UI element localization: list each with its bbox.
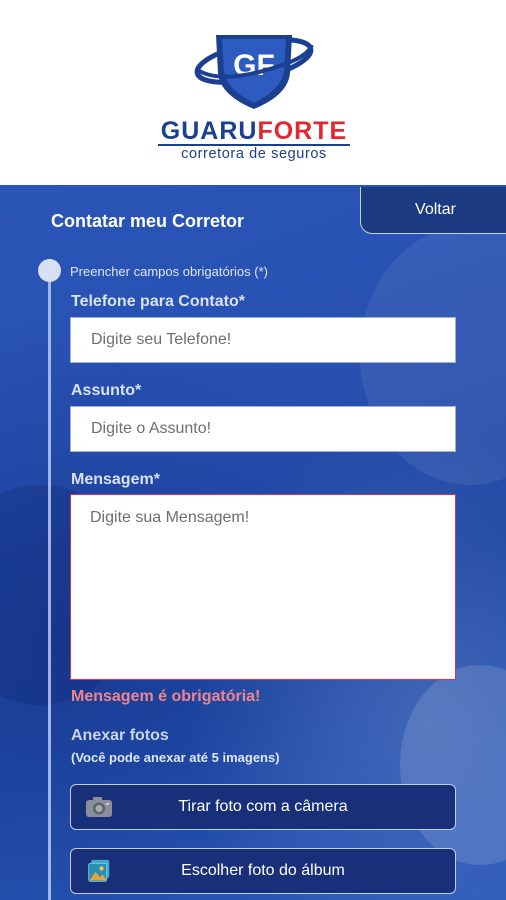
message-textarea[interactable] bbox=[70, 494, 456, 680]
page-title: Contatar meu Corretor bbox=[51, 211, 245, 231]
brand-name: GUARUFORTE bbox=[160, 117, 348, 145]
subject-label: Assunto* bbox=[71, 382, 142, 399]
guaruforte-shield-logo: GF bbox=[194, 35, 314, 109]
phone-label: Telefone para Contato* bbox=[71, 293, 245, 310]
contact-form-panel: Contatar meu Corretor Voltar Preencher c… bbox=[0, 185, 506, 900]
timeline-line bbox=[48, 277, 51, 900]
take-photo-button[interactable]: Tirar foto com a câmera bbox=[70, 784, 456, 830]
message-error: Mensagem é obrigatória! bbox=[71, 688, 261, 705]
choose-album-label: Escolher foto do álbum bbox=[181, 862, 345, 879]
choose-album-photo-button[interactable]: Escolher foto do álbum bbox=[70, 848, 456, 894]
required-fields-note: Preencher campos obrigatórios (*) bbox=[70, 264, 268, 279]
brand-subtitle: corretora de seguros bbox=[181, 146, 327, 162]
attach-photos-title: Anexar fotos bbox=[71, 727, 169, 744]
attach-photos-hint: (Você pode anexar até 5 imagens) bbox=[71, 750, 280, 765]
app-header: GF GUARUFORTE corretora de seguros bbox=[0, 0, 506, 185]
subject-input[interactable] bbox=[70, 406, 456, 452]
message-label: Mensagem* bbox=[71, 471, 160, 488]
timeline-step-dot bbox=[38, 259, 61, 282]
background-decoration bbox=[400, 665, 506, 865]
take-photo-label: Tirar foto com a câmera bbox=[178, 798, 348, 815]
phone-input[interactable] bbox=[70, 317, 456, 363]
back-button[interactable]: Voltar bbox=[360, 187, 506, 234]
